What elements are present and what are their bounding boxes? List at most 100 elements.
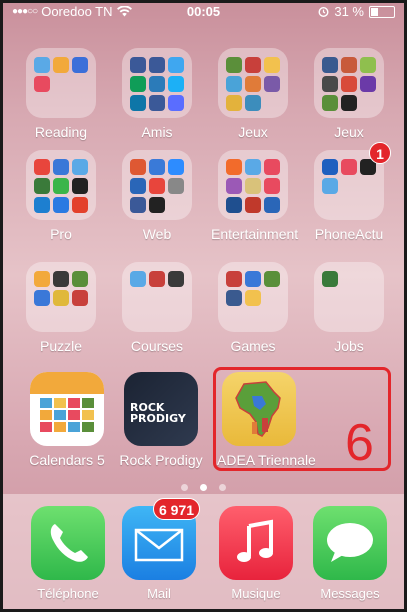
mini-app-icon — [341, 76, 357, 92]
mini-app-icon — [72, 159, 88, 175]
dock-app-music[interactable]: Musique — [214, 506, 298, 601]
mini-app-icon — [322, 76, 338, 92]
mini-app-icon — [130, 95, 146, 111]
mini-app-icon — [226, 159, 242, 175]
battery-icon — [369, 5, 395, 18]
folder-reading[interactable]: Reading — [19, 48, 103, 140]
mini-app-icon — [168, 271, 184, 287]
folder-preview — [122, 48, 192, 118]
messages-app-icon — [313, 506, 387, 580]
mini-app-icon — [322, 159, 338, 175]
folder-preview — [122, 150, 192, 220]
page-dot[interactable] — [181, 484, 188, 491]
folder-label: Web — [142, 226, 172, 242]
folder-preview — [218, 48, 288, 118]
mini-app-icon — [130, 271, 146, 287]
battery-percent: 31 % — [334, 4, 364, 19]
mini-app-icon — [322, 95, 338, 111]
folder-games[interactable]: Games — [211, 262, 295, 354]
mini-app-icon — [264, 159, 280, 175]
folder-courses[interactable]: Courses — [115, 262, 199, 354]
folder-label: Pro — [50, 226, 72, 242]
mini-app-icon — [149, 95, 165, 111]
mini-app-icon — [149, 271, 165, 287]
mini-app-icon — [341, 95, 357, 111]
alarm-clock-icon — [318, 7, 329, 17]
folder-phoneactu[interactable]: PhoneActu 1 — [307, 142, 391, 242]
mini-app-icon — [341, 57, 357, 73]
dock-app-mail[interactable]: 6 971 Mail — [117, 498, 201, 601]
folder-label: Jeux — [238, 124, 268, 140]
mini-app-icon — [245, 290, 261, 306]
mini-app-icon — [72, 290, 88, 306]
mini-app-icon — [53, 159, 69, 175]
folder-amis[interactable]: Amis — [115, 48, 199, 140]
mini-app-icon — [34, 178, 50, 194]
mini-app-icon — [168, 76, 184, 92]
mini-app-icon — [264, 197, 280, 213]
folder-label: Amis — [141, 124, 173, 140]
folder-label: Entertainment — [211, 226, 299, 242]
folder-jobs[interactable]: Jobs — [307, 262, 391, 354]
rock-prodigy-icon: ROCK PRODIGY — [124, 372, 198, 446]
folder-label: Puzzle — [39, 338, 83, 354]
mini-app-icon — [322, 178, 338, 194]
dock-app-messages[interactable]: Messages — [308, 506, 392, 601]
mail-unread-badge: 6 971 — [153, 498, 201, 520]
status-bar: ●●●○○ Ooredoo TN 00:05 31 % — [0, 0, 407, 22]
mini-app-icon — [130, 76, 146, 92]
dock-app-phone[interactable]: Téléphone — [26, 506, 110, 601]
folder-label: Jobs — [334, 338, 364, 354]
folder-jeux[interactable]: Jeux — [307, 48, 391, 140]
home-screen: ●●●○○ Ooredoo TN 00:05 31 % Reading Amis J… — [0, 0, 407, 612]
folder-web[interactable]: Web — [115, 150, 199, 242]
folder-preview — [26, 262, 96, 332]
folder-entertainment[interactable]: Entertainment — [211, 150, 299, 242]
app-label: Musique — [231, 586, 281, 601]
mini-app-icon — [149, 178, 165, 194]
mini-app-icon — [149, 57, 165, 73]
mini-app-icon — [53, 178, 69, 194]
mini-app-icon — [53, 197, 69, 213]
mini-app-icon — [168, 159, 184, 175]
folder-preview — [218, 262, 288, 332]
mini-app-icon — [264, 271, 280, 287]
mini-app-icon — [34, 76, 50, 92]
mini-app-icon — [72, 57, 88, 73]
mini-app-icon — [34, 57, 50, 73]
mini-app-icon — [341, 159, 357, 175]
mini-app-icon — [168, 57, 184, 73]
page-dot[interactable] — [219, 484, 226, 491]
mini-app-icon — [360, 57, 376, 73]
speech-bubble-icon — [327, 523, 373, 562]
folder-preview — [26, 150, 96, 220]
folder-jeux[interactable]: Jeux — [211, 48, 295, 140]
app-label: Calendars 5 — [29, 452, 105, 468]
app-calendars-5[interactable]: Calendars 5 — [25, 372, 109, 468]
mini-app-icon — [245, 178, 261, 194]
mini-app-icon — [264, 178, 280, 194]
folder-pro[interactable]: Pro — [19, 150, 103, 242]
mini-app-icon — [245, 159, 261, 175]
mini-app-icon — [149, 159, 165, 175]
folder-preview — [314, 48, 384, 118]
mini-app-icon — [72, 178, 88, 194]
mini-app-icon — [226, 178, 242, 194]
phone-icon — [50, 524, 88, 562]
mini-app-icon — [130, 57, 146, 73]
mini-app-icon — [226, 290, 242, 306]
calendars-5-icon — [30, 372, 104, 446]
mini-app-icon — [245, 57, 261, 73]
mini-app-icon — [226, 57, 242, 73]
app-rock-prodigy[interactable]: ROCK PRODIGY Rock Prodigy — [119, 372, 203, 468]
folder-label: PhoneActu — [314, 226, 384, 242]
rock-prodigy-logo-line2: PRODIGY — [130, 412, 186, 425]
mini-app-icon — [322, 271, 338, 287]
folder-puzzle[interactable]: Puzzle — [19, 262, 103, 354]
page-dot[interactable] — [200, 484, 207, 491]
mini-app-icon — [264, 76, 280, 92]
mini-app-icon — [226, 271, 242, 287]
mini-app-icon — [130, 178, 146, 194]
mini-app-icon — [168, 95, 184, 111]
mini-app-icon — [149, 76, 165, 92]
